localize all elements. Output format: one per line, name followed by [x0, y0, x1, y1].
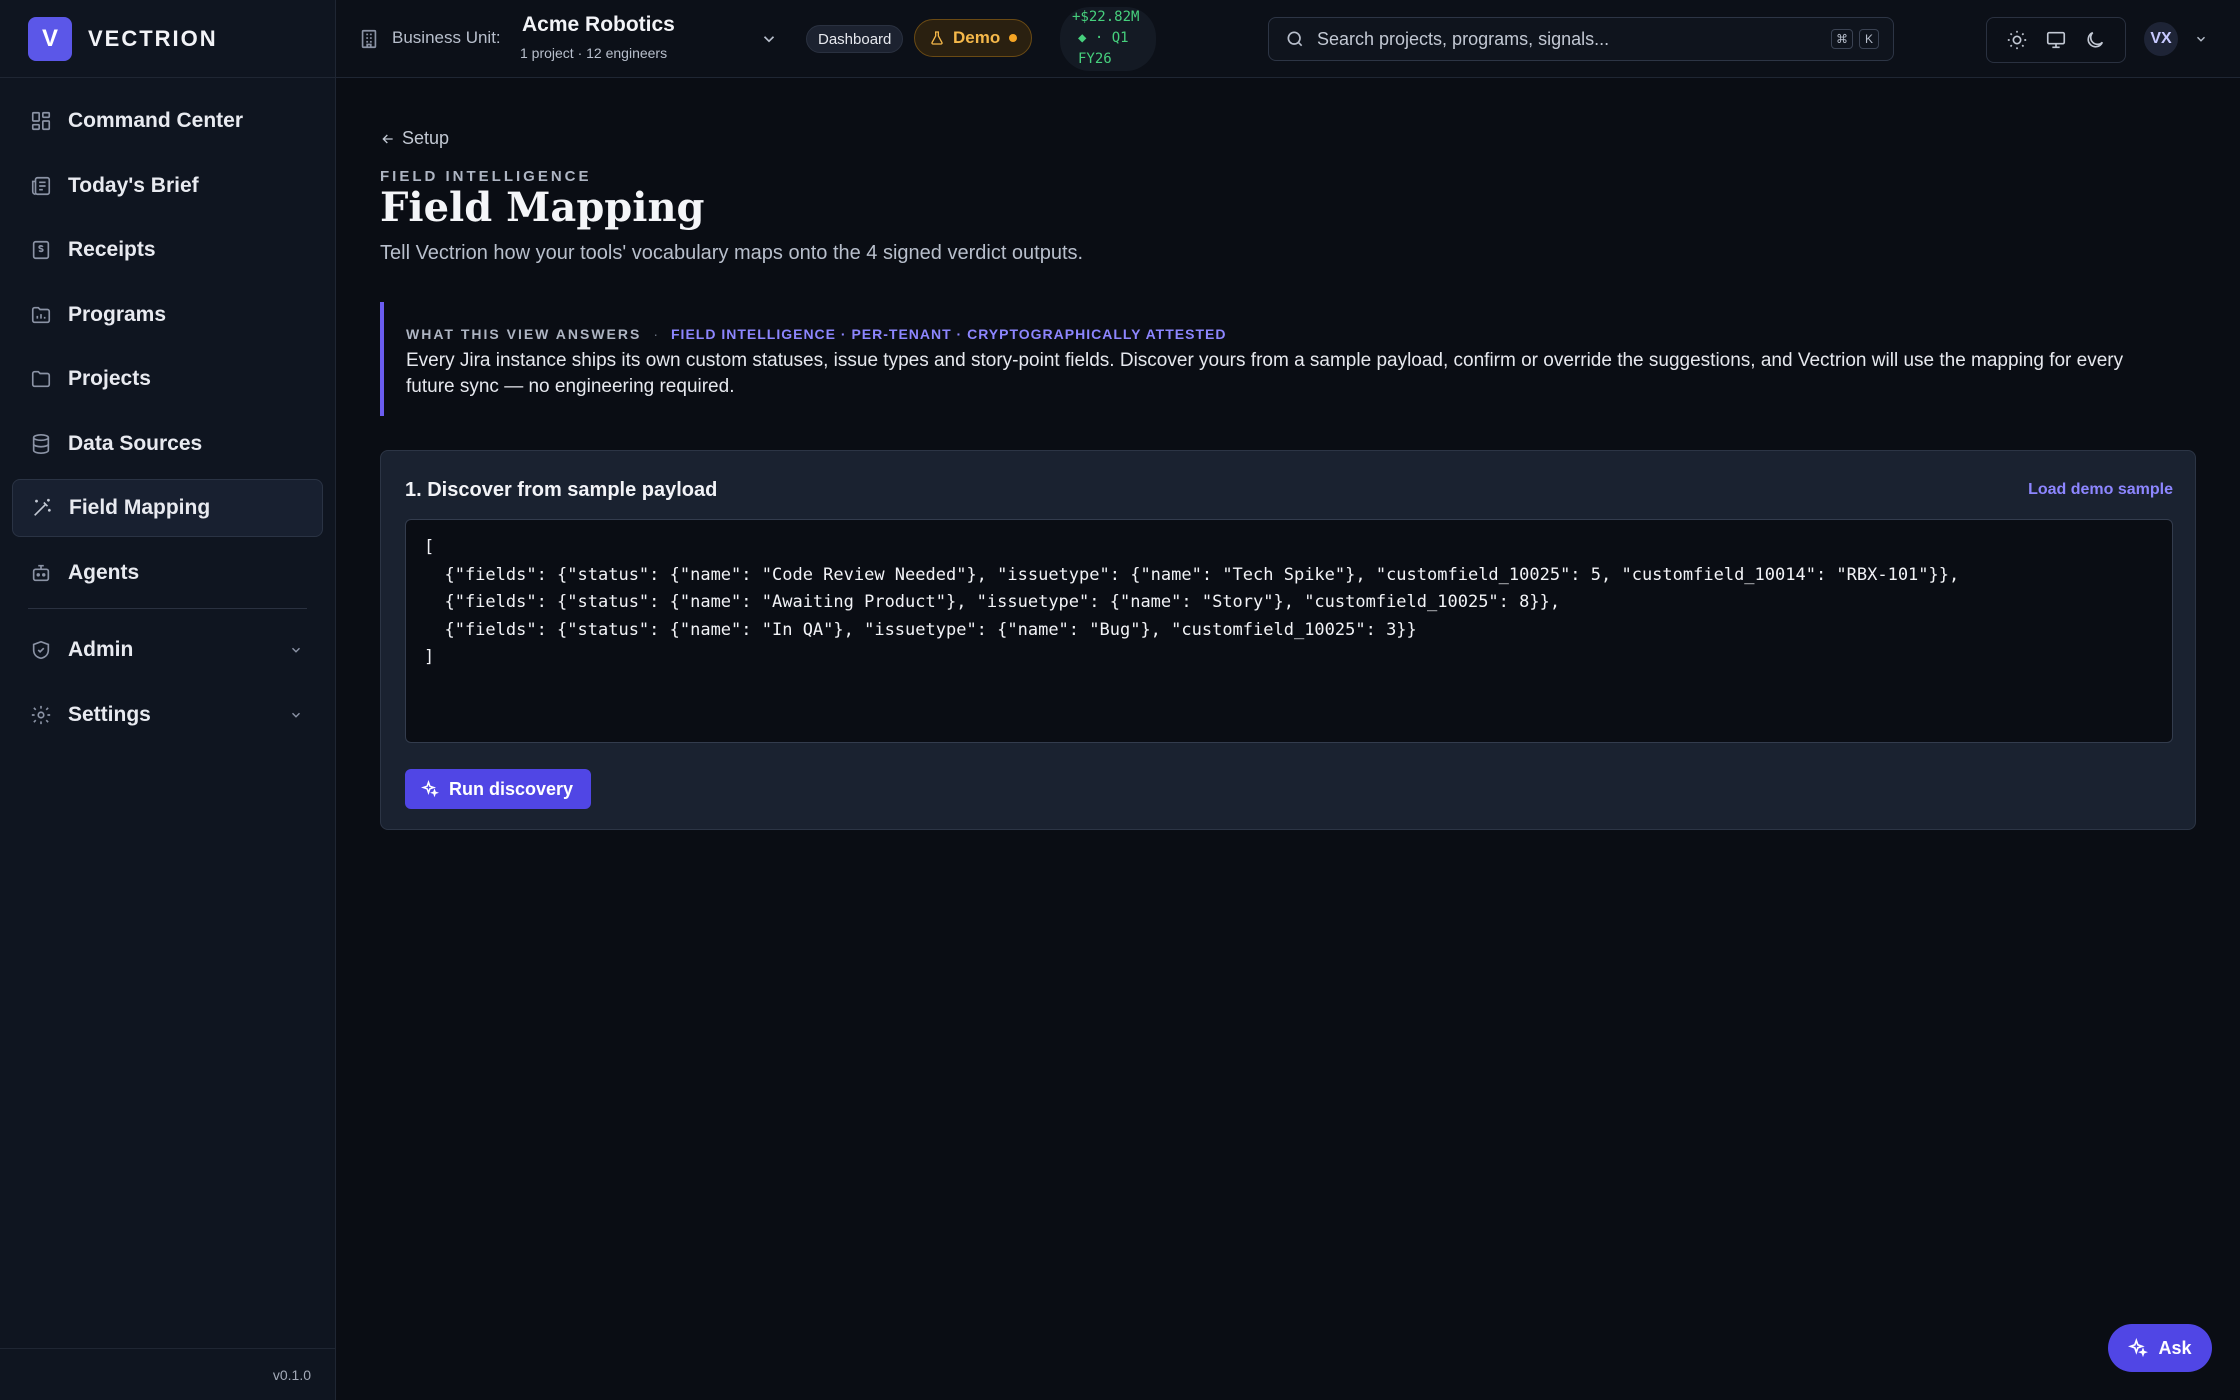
brand-logo: V — [28, 16, 72, 61]
sparkles-icon — [420, 779, 439, 798]
chevron-down-icon — [289, 708, 303, 722]
demo-pill[interactable]: Demo — [914, 19, 1032, 57]
ask-label: Ask — [2158, 1337, 2192, 1358]
sidebar-item-command-center[interactable]: Command Center — [12, 92, 323, 150]
sidebar-item-label: Today's Brief — [68, 173, 199, 197]
shortcut-key-k: K — [1859, 29, 1879, 49]
callout-header: WHAT THIS VIEW ANSWERS · FIELD INTELLIGE… — [406, 326, 2196, 342]
business-unit-summary: 1 project · 12 engineers — [520, 45, 668, 61]
version-label: v0.1.0 — [272, 1366, 311, 1383]
business-unit-label: Business Unit: — [392, 28, 501, 47]
sidebar: V VECTRION Command Center Today's Brief … — [0, 0, 336, 1400]
sidebar-group-settings[interactable]: Settings — [12, 686, 323, 744]
shortcut-key-cmd: ⌘ — [1831, 29, 1853, 49]
sidebar-footer: v0.1.0 — [0, 1348, 335, 1400]
sparkles-icon — [2128, 1337, 2149, 1358]
discover-title: 1. Discover from sample payload — [405, 479, 718, 501]
sidebar-item-label: Settings — [68, 702, 151, 726]
sidebar-item-label: Data Sources — [68, 431, 203, 455]
topbar: Business Unit: Acme Robotics 1 project ·… — [336, 0, 2240, 78]
grid-icon — [30, 110, 52, 132]
brand-name: VECTRION — [88, 25, 218, 51]
ask-assistant-button[interactable]: Ask — [2108, 1324, 2212, 1372]
chevron-down-icon[interactable] — [2194, 32, 2208, 46]
chart-folder-icon — [30, 304, 52, 326]
dashboard-pill[interactable]: Dashboard — [806, 25, 904, 53]
demo-status-dot — [1009, 34, 1017, 42]
flask-icon — [929, 30, 945, 46]
info-callout: WHAT THIS VIEW ANSWERS · FIELD INTELLIGE… — [380, 302, 2196, 416]
brand[interactable]: V VECTRION — [0, 0, 335, 78]
ticker-value: +$22.82M — [1072, 9, 1140, 25]
callout-label: WHAT THIS VIEW ANSWERS — [406, 326, 642, 342]
chevron-down-icon[interactable] — [760, 30, 778, 48]
sidebar-item-label: Command Center — [68, 109, 244, 132]
sidebar-item-label: Field Mapping — [69, 496, 211, 519]
bot-icon — [30, 562, 52, 584]
callout-tags: FIELD INTELLIGENCE · PER-TENANT · CRYPTO… — [671, 326, 1227, 342]
receipt-icon — [30, 239, 52, 261]
ticker-fiscal-year: FY26 — [1078, 51, 1112, 67]
page-subtitle: Tell Vectrion how your tools' vocabulary… — [380, 242, 1084, 264]
arrow-left-icon — [380, 131, 396, 147]
financial-ticker: +$22.82M ◆ · Q1 FY26 — [1060, 7, 1156, 71]
sidebar-item-programs[interactable]: Programs — [12, 286, 323, 344]
load-demo-sample-link[interactable]: Load demo sample — [2028, 481, 2173, 499]
search-bar[interactable]: ⌘ K — [1268, 17, 1894, 61]
sidebar-item-receipts[interactable]: Receipts — [12, 221, 323, 279]
monitor-icon[interactable] — [2045, 29, 2067, 51]
theme-switcher — [1986, 17, 2126, 63]
callout-body: Every Jira instance ships its own custom… — [406, 350, 2124, 397]
sidebar-item-field-mapping[interactable]: Field Mapping — [12, 479, 323, 537]
chevron-down-icon — [289, 643, 303, 657]
gear-icon — [30, 704, 52, 726]
demo-pill-label: Demo — [953, 28, 1001, 47]
sun-icon[interactable] — [2006, 29, 2028, 51]
discover-card: 1. Discover from sample payload Load dem… — [380, 450, 2196, 830]
sidebar-item-label: Agents — [68, 560, 140, 584]
database-icon — [30, 433, 52, 455]
sidebar-item-label: Projects — [68, 367, 151, 390]
sidebar-item-label: Admin — [68, 638, 134, 661]
back-link[interactable]: Setup — [380, 128, 449, 149]
sidebar-item-label: Programs — [68, 302, 167, 326]
search-input[interactable] — [1317, 28, 1831, 50]
ticker-period: ◆ · Q1 — [1078, 30, 1129, 46]
avatar[interactable]: VX — [2144, 22, 2178, 56]
moon-icon[interactable] — [2084, 29, 2106, 51]
wand-icon — [31, 497, 53, 519]
sidebar-item-data-sources[interactable]: Data Sources — [12, 415, 323, 473]
sidebar-item-label: Receipts — [68, 238, 156, 261]
sidebar-nav: Command Center Today's Brief Receipts Pr… — [0, 78, 335, 744]
run-discovery-label: Run discovery — [449, 778, 574, 799]
run-discovery-button[interactable]: Run discovery — [405, 769, 592, 809]
sidebar-item-agents[interactable]: Agents — [12, 544, 323, 602]
business-unit-name: Acme Robotics — [522, 13, 675, 36]
sidebar-item-todays-brief[interactable]: Today's Brief — [12, 157, 323, 215]
sidebar-item-projects[interactable]: Projects — [12, 350, 323, 408]
sidebar-group-admin[interactable]: Admin — [12, 621, 323, 679]
search-icon — [1285, 29, 1305, 49]
newspaper-icon — [30, 175, 52, 197]
shield-icon — [30, 639, 52, 661]
folder-icon — [30, 368, 52, 390]
page-eyebrow: FIELD INTELLIGENCE — [380, 168, 592, 185]
back-link-label: Setup — [402, 128, 450, 148]
page-title: Field Mapping — [380, 184, 705, 231]
building-icon — [358, 28, 380, 50]
sidebar-divider — [28, 608, 307, 609]
sample-payload-input[interactable] — [405, 519, 2173, 743]
callout-separator: · — [653, 326, 659, 342]
